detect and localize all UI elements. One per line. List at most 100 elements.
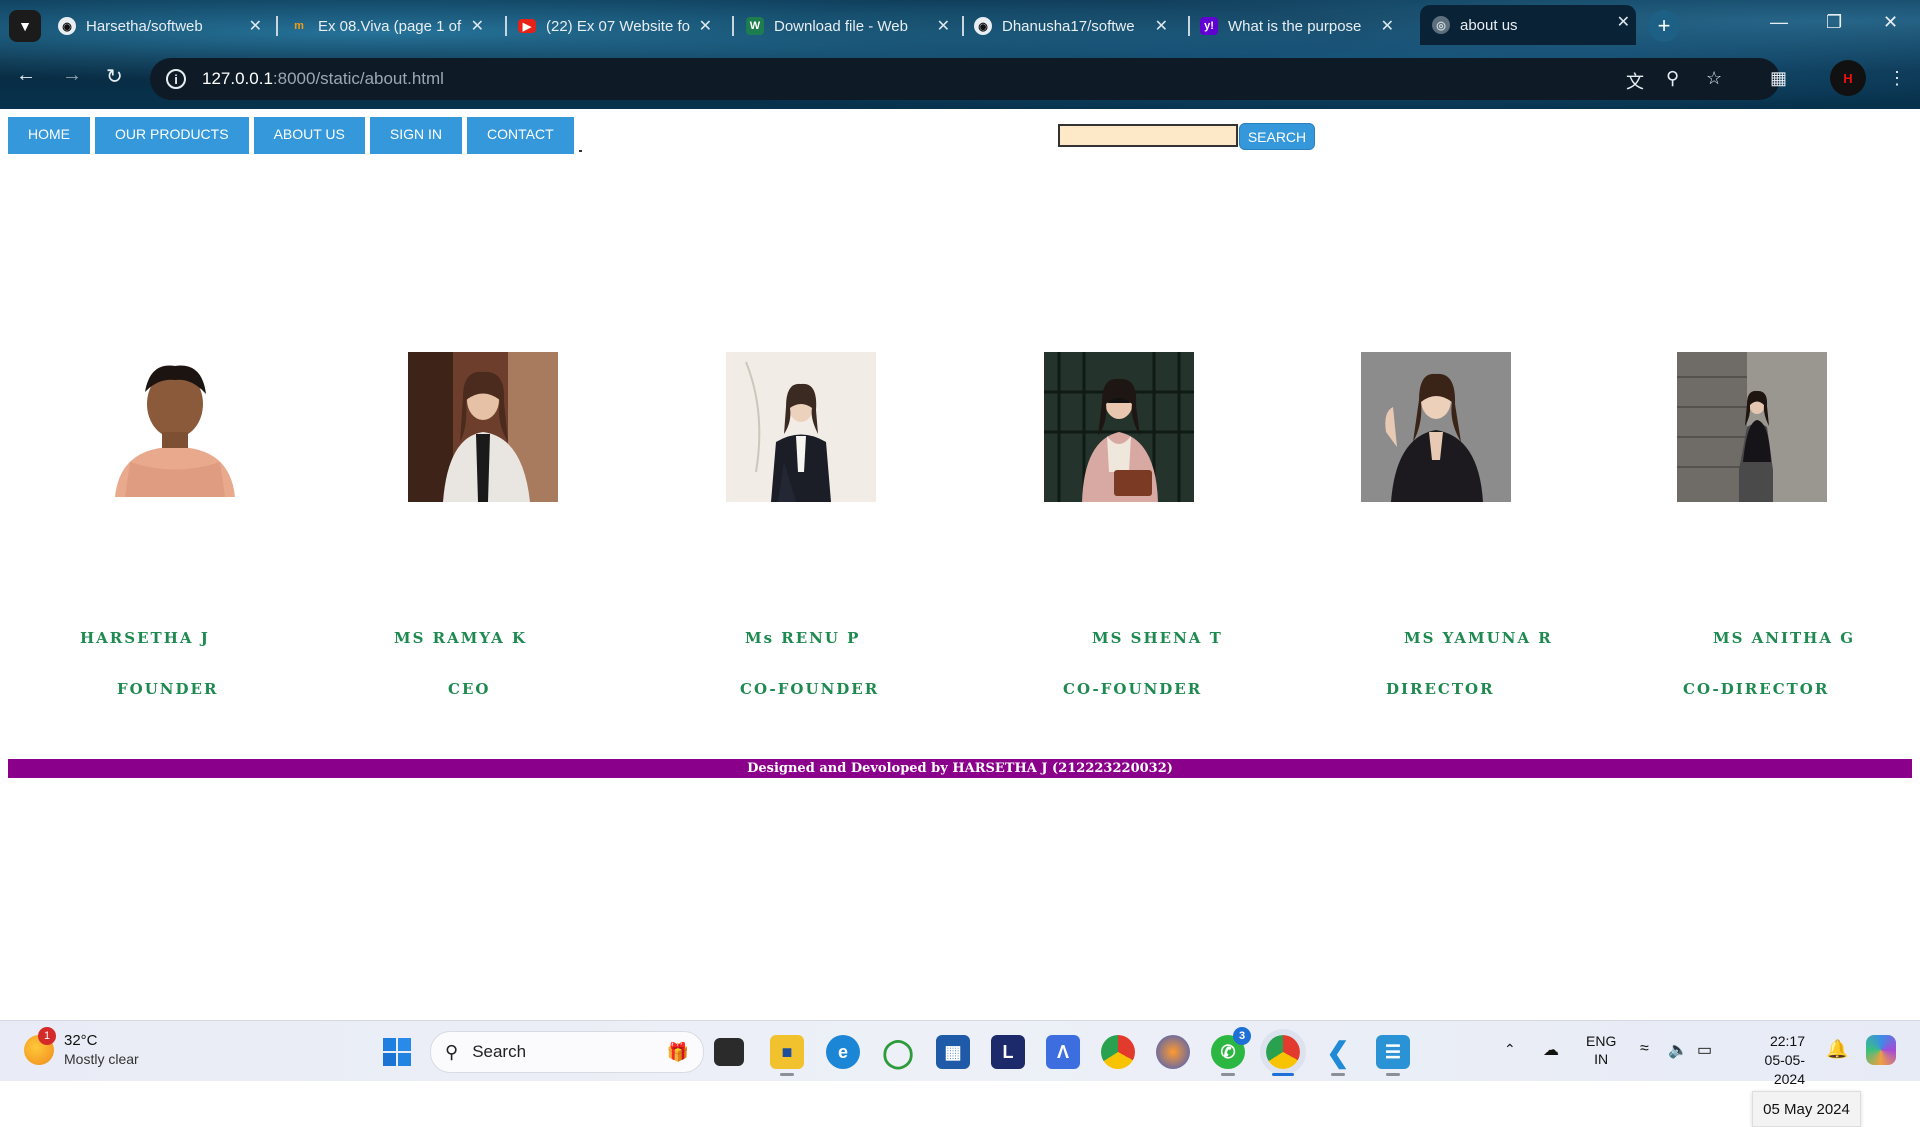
- extensions-icon[interactable]: ▦: [1770, 68, 1787, 89]
- tab-about-us[interactable]: ◎ about us ✕: [1420, 5, 1636, 45]
- web-page: HOME OUR PRODUCTS ABOUT US SIGN IN CONTA…: [0, 109, 1920, 1127]
- edge-icon[interactable]: e: [826, 1035, 860, 1069]
- site-info-icon[interactable]: i: [166, 69, 186, 89]
- a-app-icon[interactable]: Λ: [1046, 1035, 1080, 1069]
- profile-avatar[interactable]: H: [1830, 60, 1866, 96]
- gift-icon: 🎁: [666, 1041, 689, 1062]
- notepad-icon[interactable]: ☰: [1376, 1035, 1410, 1069]
- tab-download-file[interactable]: W Download file - Web ✕: [746, 9, 956, 43]
- weather-desc: Mostly clear: [64, 1051, 139, 1067]
- tab-separator: [505, 16, 507, 36]
- top-navbar: HOME OUR PRODUCTS ABOUT US SIGN IN CONTA…: [8, 117, 582, 154]
- date-tooltip: 05 May 2024: [1752, 1091, 1861, 1127]
- new-tab-button[interactable]: +: [1648, 10, 1680, 42]
- w-icon: W: [746, 17, 764, 35]
- member-name: MS YAMUNA R: [1404, 629, 1553, 647]
- tab-youtube-ex07[interactable]: ▶ (22) Ex 07 Website fo ✕: [518, 9, 718, 43]
- close-tab-icon[interactable]: ✕: [471, 16, 484, 36]
- close-tab-icon[interactable]: ✕: [1381, 16, 1394, 36]
- team-member-card: MS SHENA T CO-FOUNDER: [983, 352, 1283, 698]
- copilot-icon[interactable]: [1866, 1035, 1896, 1065]
- tab-harsetha-softweb[interactable]: ◉ Harsetha/softweb ✕: [58, 9, 268, 43]
- tab-search-menu-button[interactable]: ▼: [9, 10, 41, 42]
- store-icon[interactable]: ▦: [936, 1035, 970, 1069]
- tab-separator: [732, 16, 734, 36]
- team-member-card: HARSETHA J FOUNDER: [38, 352, 338, 698]
- tab-dhanusha17[interactable]: ◉ Dhanusha17/softwe ✕: [974, 9, 1174, 43]
- member-photo: [1044, 352, 1194, 502]
- firefox-icon[interactable]: [1156, 1035, 1190, 1069]
- windows-start-icon[interactable]: [380, 1035, 414, 1069]
- nav-our-products[interactable]: OUR PRODUCTS: [95, 117, 249, 154]
- address-url[interactable]: 127.0.0.1:8000/static/about.html: [202, 69, 444, 89]
- weather-widget[interactable]: 1 32°C Mostly clear: [24, 1027, 139, 1069]
- nav-contact[interactable]: CONTACT: [467, 117, 574, 154]
- nav-sign-in[interactable]: SIGN IN: [369, 117, 462, 154]
- forward-arrow-icon[interactable]: →: [62, 64, 82, 87]
- task-view-icon[interactable]: [714, 1038, 744, 1066]
- member-photo: [100, 352, 250, 502]
- taskbar-search[interactable]: ⚲ Search 🎁: [430, 1031, 704, 1073]
- tab-title: Ex 08.Viva (page 1 of: [318, 17, 462, 35]
- minimize-icon[interactable]: —: [1770, 12, 1788, 33]
- clock[interactable]: 22:17 05-05-2024: [1737, 1032, 1805, 1089]
- whatsapp-icon[interactable]: ✆ 3: [1211, 1027, 1251, 1069]
- bookmark-star-icon[interactable]: ☆: [1706, 68, 1722, 89]
- close-tab-icon[interactable]: ✕: [1617, 12, 1630, 32]
- chevron-up-icon[interactable]: ⌃: [1504, 1041, 1516, 1058]
- back-arrow-icon[interactable]: ←: [16, 64, 36, 87]
- file-explorer-icon[interactable]: ■: [770, 1035, 804, 1069]
- tab-ex08-viva[interactable]: m Ex 08.Viva (page 1 of ✕: [290, 9, 490, 43]
- nav-about-us[interactable]: ABOUT US: [253, 117, 365, 154]
- more-options-icon[interactable]: ⋮: [1888, 68, 1906, 89]
- tab-title: (22) Ex 07 Website fo: [546, 17, 690, 35]
- weather-temp: 32°C: [64, 1032, 98, 1049]
- running-indicator: [1386, 1073, 1400, 1076]
- close-tab-icon[interactable]: ✕: [249, 16, 262, 36]
- member-name: MS SHENA T: [1092, 629, 1223, 647]
- close-tab-icon[interactable]: ✕: [699, 16, 712, 36]
- team-member-card: MS ANITHA G CO-DIRECTOR: [1617, 352, 1917, 698]
- refresh-app-icon[interactable]: ◯: [881, 1035, 915, 1069]
- onedrive-icon[interactable]: ☁: [1543, 1040, 1559, 1060]
- translate-icon[interactable]: 文: [1626, 68, 1644, 94]
- search-button[interactable]: SEARCH: [1239, 123, 1315, 150]
- vscode-icon[interactable]: ❮: [1321, 1035, 1355, 1069]
- member-name: Ms RENU P: [745, 629, 861, 647]
- page-footer: Designed and Devoloped by HARSETHA J (21…: [8, 759, 1912, 778]
- language-indicator[interactable]: ENG IN: [1586, 1032, 1616, 1068]
- tab-what-is-purpose[interactable]: y! What is the purpose ✕: [1200, 9, 1400, 43]
- zoom-icon[interactable]: ⚲: [1666, 68, 1679, 89]
- restore-icon[interactable]: ❐: [1826, 12, 1842, 33]
- tab-separator: [276, 16, 278, 36]
- weather-badge: 1: [38, 1027, 56, 1045]
- active-indicator: [1272, 1073, 1294, 1076]
- member-role: CO-DIRECTOR: [1683, 680, 1830, 698]
- close-window-icon[interactable]: ✕: [1883, 12, 1898, 33]
- running-indicator: [1331, 1073, 1345, 1076]
- search-icon: ⚲: [445, 1041, 459, 1062]
- url-path: :8000/static/about.html: [272, 69, 444, 88]
- wifi-icon[interactable]: ≈: [1640, 1040, 1649, 1058]
- address-bar[interactable]: i 127.0.0.1:8000/static/about.html: [150, 58, 1780, 100]
- l-app-icon[interactable]: L: [991, 1035, 1025, 1069]
- close-tab-icon[interactable]: ✕: [937, 16, 950, 36]
- github-icon: ◉: [58, 17, 76, 35]
- member-photo: [726, 352, 876, 502]
- nav-home[interactable]: HOME: [8, 117, 90, 154]
- tab-title: Harsetha/softweb: [86, 17, 203, 35]
- volume-icon[interactable]: 🔈: [1668, 1040, 1688, 1060]
- chrome-icon[interactable]: [1101, 1035, 1135, 1069]
- search-input[interactable]: [1058, 124, 1238, 147]
- battery-icon[interactable]: ▭: [1697, 1040, 1712, 1060]
- notification-bell-icon[interactable]: 🔔: [1826, 1039, 1848, 1060]
- running-indicator: [1221, 1073, 1235, 1076]
- member-role: CO-FOUNDER: [1063, 680, 1203, 698]
- yahoo-icon: y!: [1200, 17, 1218, 35]
- globe-icon: ◎: [1432, 16, 1450, 34]
- close-tab-icon[interactable]: ✕: [1155, 16, 1168, 36]
- tab-separator: [962, 16, 964, 36]
- reload-icon[interactable]: ↻: [106, 64, 123, 89]
- chrome-active-icon[interactable]: [1260, 1029, 1306, 1075]
- nav-underline-mark: [578, 150, 582, 152]
